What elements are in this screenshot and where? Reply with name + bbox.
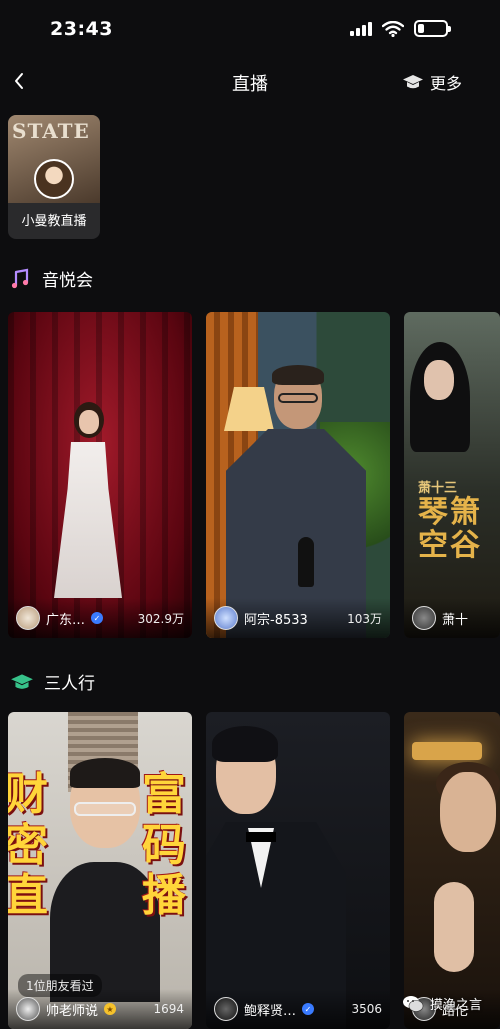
live-card[interactable]: 阿宗-8533 103万 (206, 312, 390, 638)
section-header-music[interactable]: 音悦会 (10, 266, 93, 291)
section-title: 音悦会 (42, 271, 93, 291)
music-note-icon (11, 268, 29, 288)
avatar (214, 606, 238, 630)
live-card[interactable]: 广东… ✓ 302.9万 (8, 312, 192, 638)
card-footer: 阿宗-8533 103万 (206, 598, 390, 638)
promo-text-right: 富码播 (142, 769, 186, 922)
featured-label: 小曼教直播 (21, 214, 87, 229)
streamer-name: 鲍释贤… (244, 1003, 297, 1019)
singer-figure (410, 342, 480, 482)
viewer-count: 302.9万 (137, 611, 184, 626)
status-bar: 23:43 (0, 0, 500, 58)
streamer-name: 萧十 (442, 612, 469, 628)
live-card[interactable]: 鲍释贤… ✓ 3506 (206, 712, 390, 1029)
card-footer: 帅老师说 ★ 1694 (8, 989, 192, 1029)
card-footer: 广东… ✓ 302.9万 (8, 598, 192, 638)
live-card[interactable]: 萧十三 琴箫 空谷 萧十 (404, 312, 500, 638)
status-icons (350, 20, 451, 37)
host-figure (50, 758, 160, 1002)
section-title: 三人行 (44, 674, 95, 694)
thumbnail-text: STATE (12, 119, 90, 143)
graduation-cap-icon (402, 75, 423, 89)
verified-icon: ✓ (91, 612, 104, 624)
featured-live-card[interactable]: STATE 小曼教直播 (8, 115, 100, 239)
graduation-cap-icon (11, 673, 33, 689)
section-header-three[interactable]: 三人行 (10, 669, 95, 694)
wifi-icon (382, 20, 404, 37)
avatar (16, 606, 40, 630)
live-card[interactable]: 路佗 (404, 712, 500, 1029)
cellular-signal-icon (350, 21, 372, 36)
more-button[interactable]: 更多 (402, 70, 462, 94)
avatar (214, 997, 238, 1021)
streamer-name: 广东… (46, 612, 86, 628)
more-label: 更多 (429, 74, 462, 93)
card-footer: 鲍释贤… ✓ 3506 (206, 989, 390, 1029)
promo-text-left: 财密直 (8, 769, 48, 922)
live-card[interactable]: 财密直 富码播 1位朋友看过 帅老师说 ★ 1694 (8, 712, 192, 1029)
watermark: 摸渔之言 (402, 994, 482, 1013)
card-footer: 萧十 (404, 598, 500, 638)
pianist-figure (206, 726, 390, 1029)
host-figure (440, 772, 496, 852)
ceiling-light (412, 742, 482, 760)
status-time: 23:43 (50, 18, 113, 40)
streamer-name: 帅老师说 (46, 1003, 99, 1019)
singer-figure (48, 402, 128, 598)
watermark-text: 摸渔之言 (430, 998, 483, 1013)
streamer-name: 阿宗-8533 (244, 612, 308, 628)
avatar (34, 159, 74, 199)
nav-bar: 直播 更多 (0, 60, 500, 104)
gold-badge-icon: ★ (104, 1003, 117, 1015)
viewer-count: 3506 (351, 1002, 382, 1016)
viewer-count: 1694 (153, 1002, 184, 1016)
battery-icon (414, 20, 451, 37)
viewer-count: 103万 (347, 611, 382, 626)
verified-icon: ✓ (302, 1003, 315, 1015)
wechat-icon (403, 995, 424, 1012)
avatar (412, 606, 436, 630)
avatar (16, 997, 40, 1021)
poster-text: 萧十三 琴箫 空谷 (418, 481, 482, 564)
